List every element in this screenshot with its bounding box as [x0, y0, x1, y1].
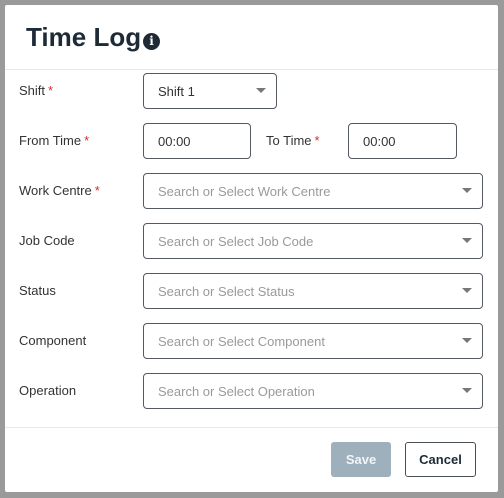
component-placeholder: Search or Select Component — [158, 333, 325, 349]
to-time-label-text: To Time — [266, 133, 312, 148]
time-log-dialog: Time Log i Shift * Shift 1 From Time * 00:… — [5, 5, 498, 492]
job-code-label: Job Code — [19, 233, 75, 248]
shift-value: Shift 1 — [158, 83, 195, 99]
footer-divider — [5, 427, 498, 428]
status-label: Status — [19, 283, 56, 298]
cancel-button[interactable]: Cancel — [405, 442, 476, 477]
save-button[interactable]: Save — [331, 442, 391, 477]
work-centre-placeholder: Search or Select Work Centre — [158, 183, 331, 199]
required-marker: * — [314, 133, 320, 148]
work-centre-label: Work Centre * — [19, 183, 100, 198]
from-time-input[interactable]: 00:00 — [143, 123, 251, 159]
component-label: Component — [19, 333, 87, 348]
dialog-header: Time Log i — [5, 5, 498, 70]
from-time-label-text: From Time — [19, 133, 82, 148]
status-placeholder: Search or Select Status — [158, 283, 295, 299]
operation-placeholder: Search or Select Operation — [158, 383, 315, 399]
required-marker: * — [48, 83, 54, 98]
dialog-title: Time Log — [26, 22, 142, 52]
work-centre-select[interactable]: Search or Select Work Centre — [143, 173, 483, 209]
to-time-label: To Time * — [266, 133, 320, 148]
required-marker: * — [84, 133, 90, 148]
chevron-down-icon — [462, 338, 472, 343]
chevron-down-icon — [256, 88, 266, 93]
operation-label: Operation — [19, 383, 77, 398]
from-time-value: 00:00 — [158, 133, 191, 149]
shift-label-text: Shift — [19, 83, 46, 98]
work-centre-label-text: Work Centre — [19, 183, 92, 198]
operation-select[interactable]: Search or Select Operation — [143, 373, 483, 409]
job-code-placeholder: Search or Select Job Code — [158, 233, 314, 249]
chevron-down-icon — [462, 288, 472, 293]
chevron-down-icon — [462, 188, 472, 193]
chevron-down-icon — [462, 238, 472, 243]
status-select[interactable]: Search or Select Status — [143, 273, 483, 309]
chevron-down-icon — [462, 388, 472, 393]
info-icon[interactable]: i — [143, 33, 160, 50]
from-time-label: From Time * — [19, 133, 89, 148]
shift-select[interactable]: Shift 1 — [143, 73, 277, 109]
component-select[interactable]: Search or Select Component — [143, 323, 483, 359]
to-time-value: 00:00 — [363, 133, 396, 149]
to-time-input[interactable]: 00:00 — [348, 123, 457, 159]
required-marker: * — [94, 183, 100, 198]
job-code-select[interactable]: Search or Select Job Code — [143, 223, 483, 259]
shift-label: Shift * — [19, 83, 53, 98]
